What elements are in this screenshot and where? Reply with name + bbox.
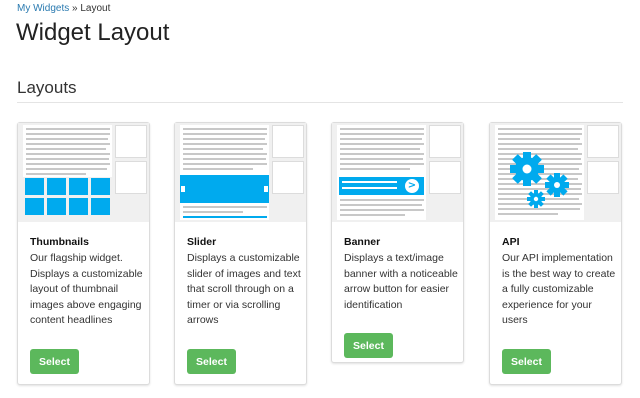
preview-sidebox — [272, 161, 304, 194]
layout-card-api: API Our API implementation is the best w… — [489, 122, 622, 385]
gears-icon — [490, 123, 621, 222]
breadcrumb: My Widgets » Layout — [17, 3, 110, 14]
layout-card-thumbnails: Thumbnails Our flagship widget. Displays… — [17, 122, 150, 385]
select-slider-button[interactable]: Select — [187, 349, 236, 374]
card-title: Banner — [344, 236, 381, 248]
card-description: Our flagship widget. Displays a customiz… — [30, 252, 143, 326]
layout-card-slider: Slider Displays a customizable slider of… — [174, 122, 307, 385]
breadcrumb-separator: » — [69, 3, 81, 14]
section-title: Layouts — [17, 78, 77, 97]
card-description: Our API implementation is the best way t… — [502, 252, 616, 326]
select-banner-button[interactable]: Select — [344, 333, 393, 358]
preview-sidebox — [587, 161, 619, 194]
breadcrumb-current: Layout — [80, 3, 111, 14]
preview-sidebox — [429, 161, 461, 194]
layout-card-banner: > Banner Displays a text/image banner wi… — [331, 122, 464, 363]
card-title: API — [502, 236, 520, 248]
preview-sidebox — [272, 125, 304, 158]
banner-arrow-icon: > — [332, 123, 463, 222]
card-description: Displays a customizable slider of images… — [187, 252, 301, 326]
card-description: Displays a text/image banner with a noti… — [344, 252, 458, 311]
preview-sidebox — [115, 161, 147, 194]
card-title: Slider — [187, 236, 217, 248]
preview-sidebox — [587, 125, 619, 158]
preview-sidebox — [115, 125, 147, 158]
preview-page — [180, 125, 269, 220]
select-api-button[interactable]: Select — [502, 349, 551, 374]
preview-sidebox — [429, 125, 461, 158]
preview-page: > — [337, 125, 426, 220]
section-divider — [17, 102, 623, 103]
preview-page — [495, 125, 584, 220]
page-title: Widget Layout — [16, 19, 170, 46]
breadcrumb-link-my-widgets[interactable]: My Widgets — [17, 3, 69, 14]
thumbnail-grid-icon — [18, 123, 149, 222]
card-title: Thumbnails — [30, 236, 89, 248]
slider-icon — [175, 123, 306, 222]
select-thumbnails-button[interactable]: Select — [30, 349, 79, 374]
